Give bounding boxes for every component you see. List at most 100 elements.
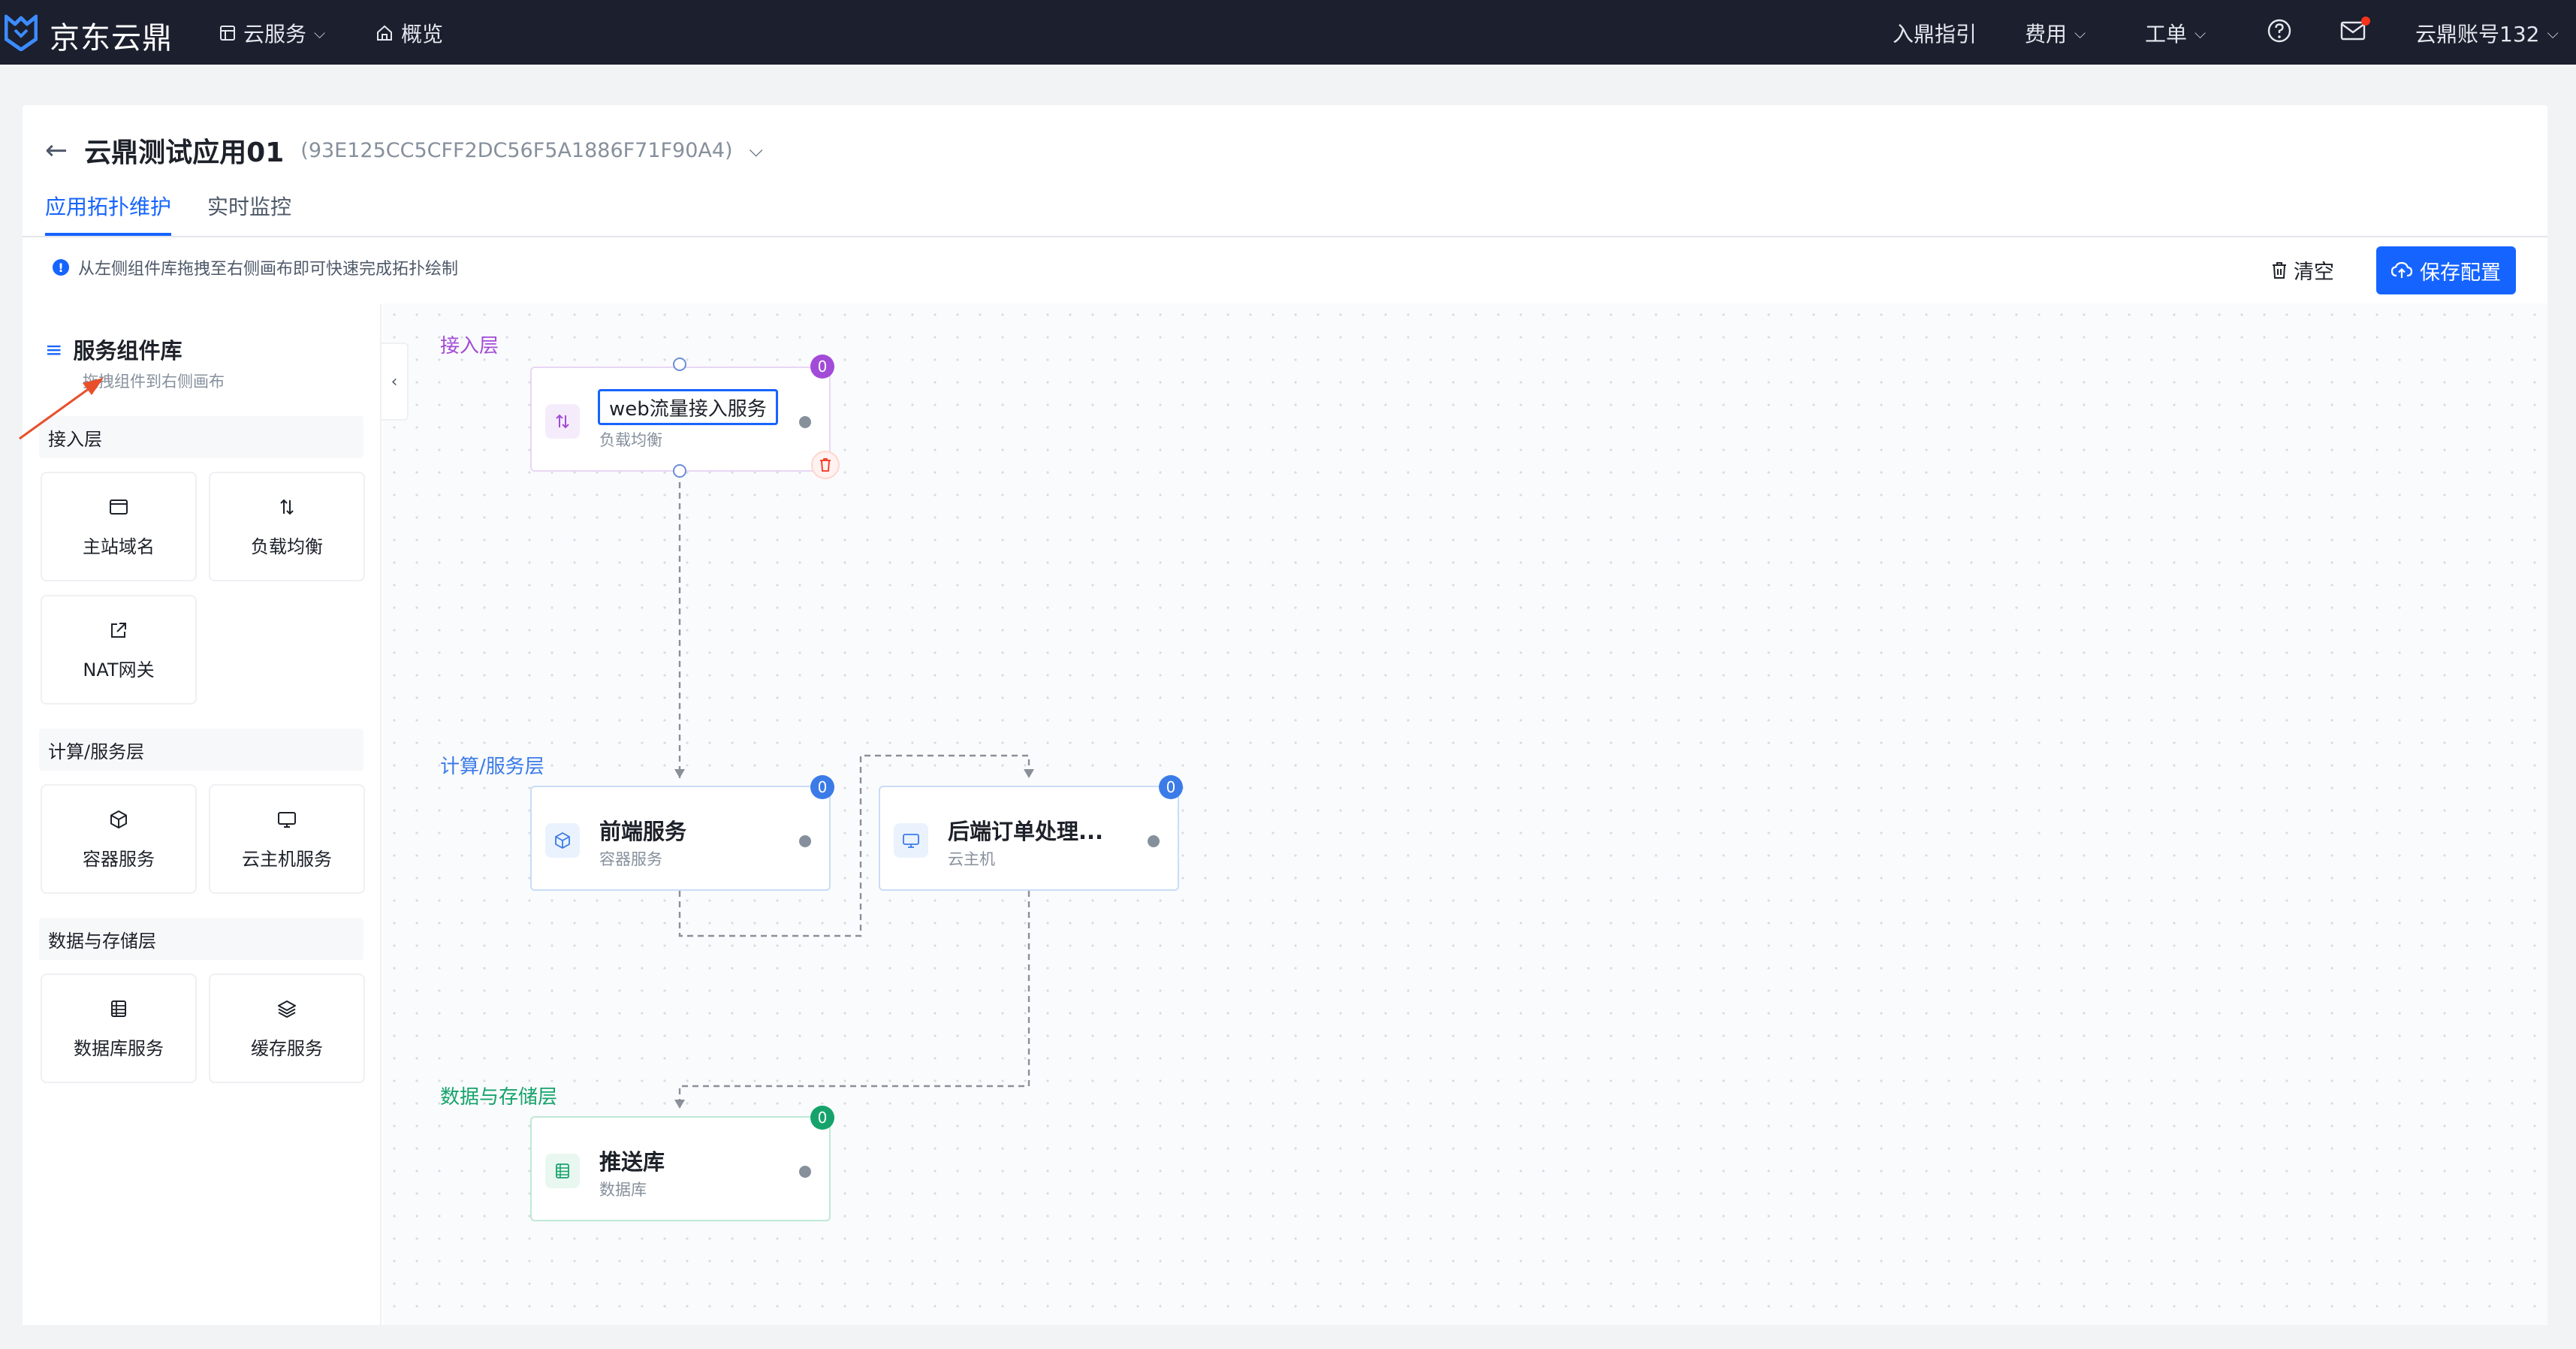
library-title: ≡ 服务组件库 xyxy=(45,333,182,365)
component-label: 云主机服务 xyxy=(242,848,332,870)
swap-vertical-icon xyxy=(280,499,294,515)
nav-tickets[interactable]: 工单 ⌵ xyxy=(2145,18,2206,48)
delete-node-trash-icon[interactable] xyxy=(811,451,840,479)
nav-tickets-label: 工单 xyxy=(2145,22,2188,47)
component-vm[interactable]: 云主机服务 xyxy=(209,784,365,894)
nav-cloud-service[interactable]: 云服务 ⌵ xyxy=(219,18,325,48)
component-label: 主站域名 xyxy=(83,536,155,557)
collapse-sidebar-chevron-left-icon[interactable]: ‹ xyxy=(382,343,409,421)
tab-bar: 应用拓扑维护 实时监控 xyxy=(45,191,291,236)
component-label: NAT网关 xyxy=(83,659,155,681)
component-cache[interactable]: 缓存服务 xyxy=(209,973,365,1083)
monitor-icon xyxy=(278,811,296,828)
layer-label-compute: 计算/服务层 xyxy=(440,756,544,778)
page-title: 云鼎测试应用01 xyxy=(84,137,285,168)
nav-onboarding-guide[interactable]: 入鼎指引 xyxy=(1893,18,1977,48)
menu-icon: ≡ xyxy=(45,336,63,362)
tab-topology[interactable]: 应用拓扑维护 xyxy=(45,191,172,236)
output-port[interactable] xyxy=(1148,835,1160,847)
node-backend-order[interactable]: 后端订单处理... 云主机 xyxy=(879,786,1179,891)
table-icon xyxy=(545,1154,580,1188)
library-title-text: 服务组件库 xyxy=(73,338,182,364)
cube-icon xyxy=(110,810,127,828)
hint-bar: ! 从左侧组件库拖拽至右侧画布即可快速完成拓扑绘制 xyxy=(53,255,458,279)
node-type: 容器服务 xyxy=(599,850,662,868)
clear-button[interactable]: 清空 xyxy=(2271,255,2334,285)
node-count-badge: 0 xyxy=(810,1106,834,1130)
chevron-down-icon: ⌵ xyxy=(2074,24,2086,42)
node-type: 负载均衡 xyxy=(599,431,662,449)
browser-window-icon xyxy=(110,499,128,515)
node-type: 数据库 xyxy=(599,1181,647,1199)
external-link-icon xyxy=(111,622,126,638)
output-port[interactable] xyxy=(799,1166,811,1178)
jdcloud-logo-icon[interactable] xyxy=(5,14,38,51)
nav-onboarding-guide-label: 入鼎指引 xyxy=(1893,22,1977,47)
node-count-badge: 0 xyxy=(810,355,834,379)
node-type: 云主机 xyxy=(948,850,995,868)
tab-monitoring[interactable]: 实时监控 xyxy=(207,191,291,236)
mail-icon[interactable] xyxy=(2339,17,2370,45)
layer-label-data: 数据与存储层 xyxy=(440,1086,558,1109)
chevron-down-icon: ⌵ xyxy=(2547,24,2559,42)
brand-name[interactable]: 京东云鼎 xyxy=(50,14,173,57)
library-section-compute: 计算/服务层 xyxy=(39,729,363,771)
hint-text: 从左侧组件库拖拽至右侧画布即可快速完成拓扑绘制 xyxy=(78,260,459,279)
connection-handle-top[interactable] xyxy=(673,358,686,371)
component-container[interactable]: 容器服务 xyxy=(41,784,197,894)
nav-billing-label: 费用 xyxy=(2025,22,2068,47)
node-push-db[interactable]: 推送库 数据库 xyxy=(530,1116,831,1221)
grid-icon xyxy=(220,26,235,41)
node-name: 后端订单处理... xyxy=(948,819,1104,844)
node-frontend-service[interactable]: 前端服务 容器服务 xyxy=(530,786,831,891)
cube-icon xyxy=(545,823,580,858)
back-arrow-icon[interactable]: ← xyxy=(45,135,68,166)
chevron-down-icon: ⌵ xyxy=(2194,24,2206,42)
save-config-label: 保存配置 xyxy=(2420,261,2501,285)
save-config-button[interactable]: 保存配置 xyxy=(2376,246,2516,294)
node-count-badge: 0 xyxy=(1159,775,1183,799)
nav-cloud-service-label: 云服务 xyxy=(243,22,307,47)
node-count-badge: 0 xyxy=(810,775,834,799)
info-icon: ! xyxy=(53,259,69,276)
layer-label-access: 接入层 xyxy=(440,335,499,358)
cloud-upload-icon xyxy=(2391,261,2412,278)
component-database[interactable]: 数据库服务 xyxy=(41,973,197,1083)
component-label: 缓存服务 xyxy=(251,1037,323,1059)
node-name: 前端服务 xyxy=(599,819,687,844)
component-nat-gateway[interactable]: NAT网关 xyxy=(41,595,197,705)
home-icon xyxy=(377,25,392,41)
swap-vertical-icon xyxy=(545,404,580,439)
nav-overview-label: 概览 xyxy=(401,22,444,47)
app-header: ← 云鼎测试应用01 (93E125CC5CFF2DC56F5A1886F71F… xyxy=(45,131,763,170)
component-load-balancer[interactable]: 负载均衡 xyxy=(209,472,365,581)
chevron-down-icon: ⌵ xyxy=(314,24,326,42)
tabs-divider xyxy=(23,236,2547,237)
clear-button-label: 清空 xyxy=(2294,261,2334,284)
nav-account-label: 云鼎账号132 xyxy=(2415,22,2540,47)
notification-dot xyxy=(2361,17,2370,26)
library-section-data: 数据与存储层 xyxy=(39,918,363,960)
app-switch-chevron-icon[interactable]: ⌵ xyxy=(750,140,763,161)
trash-icon xyxy=(2273,261,2286,279)
component-domain[interactable]: 主站域名 xyxy=(41,472,197,581)
nav-billing[interactable]: 费用 ⌵ xyxy=(2025,18,2086,48)
library-section-access: 接入层 xyxy=(39,416,363,458)
top-nav: 京东云鼎 云服务 ⌵ 概览 入鼎指引 费用 ⌵ 工单 ⌵ 云鼎账号132 ⌵ xyxy=(0,0,2576,65)
nav-overview[interactable]: 概览 xyxy=(376,18,443,48)
component-label: 负载均衡 xyxy=(251,536,323,557)
library-subtitle: 拖拽组件到右侧画布 xyxy=(83,373,225,391)
nav-account[interactable]: 云鼎账号132 ⌵ xyxy=(2415,18,2559,48)
component-label: 数据库服务 xyxy=(74,1037,164,1059)
node-name-input[interactable]: web流量接入服务 xyxy=(598,389,778,425)
monitor-icon xyxy=(894,823,928,858)
layers-icon xyxy=(278,1000,296,1018)
output-port[interactable] xyxy=(799,416,811,428)
output-port[interactable] xyxy=(799,835,811,847)
table-icon xyxy=(111,1000,126,1017)
component-label: 容器服务 xyxy=(83,848,155,870)
app-id: (93E125CC5CFF2DC56F5A1886F71F90A4) xyxy=(300,138,733,162)
node-web-traffic[interactable]: web流量接入服务 负载均衡 xyxy=(530,367,831,472)
connection-handle-bottom[interactable] xyxy=(673,464,686,478)
help-icon[interactable] xyxy=(2265,17,2294,45)
